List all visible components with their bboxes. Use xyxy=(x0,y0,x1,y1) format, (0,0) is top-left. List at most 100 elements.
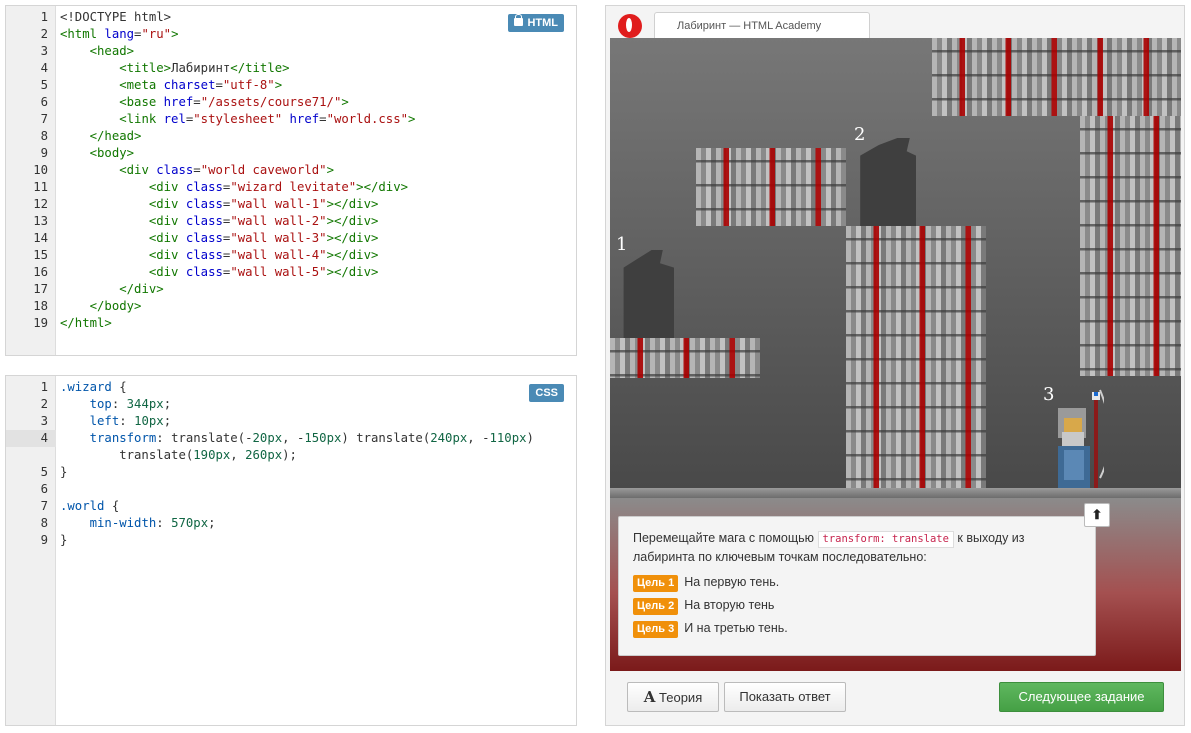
line-code[interactable]: <meta charset="utf-8"> xyxy=(60,77,282,94)
task-description: Перемещайте мага с помощью transform: tr… xyxy=(633,529,1081,566)
html-code-lines[interactable]: 1 <!DOCTYPE html> 2 <html lang="ru"> 3 <head… xyxy=(6,9,576,332)
line-code[interactable]: translate(190px, 260px); xyxy=(60,447,297,464)
wall-1 xyxy=(932,38,1181,116)
line-number: 9 xyxy=(40,146,48,160)
code-line[interactable]: 10 <div class="world caveworld"> xyxy=(6,162,576,179)
code-line[interactable]: 12 <div class="wall wall-1"></div> xyxy=(6,196,576,213)
code-line[interactable]: 19 </html> xyxy=(6,315,576,332)
html-editor[interactable]: 1 <!DOCTYPE html> 2 <html lang="ru"> 3 <head… xyxy=(5,5,577,356)
code-line[interactable]: 13 <div class="wall wall-2"></div> xyxy=(6,213,576,230)
code-line[interactable]: 8 </head> xyxy=(6,128,576,145)
goal-badge: Цель 2 xyxy=(633,598,679,615)
line-code[interactable]: transform: translate(-20px, -150px) tran… xyxy=(60,430,534,447)
code-line[interactable]: 7 .world { xyxy=(6,498,576,515)
line-code[interactable]: <div class="world caveworld"> xyxy=(60,162,334,179)
theory-button[interactable]: A Теория xyxy=(627,682,719,712)
code-line[interactable]: 17 </div> xyxy=(6,281,576,298)
line-code[interactable]: </html> xyxy=(60,315,112,332)
line-code[interactable]: top: 344px; xyxy=(60,396,171,413)
wall-5 xyxy=(1080,116,1181,376)
line-code[interactable]: </div> xyxy=(60,281,163,298)
code-line[interactable]: 16 <div class="wall wall-5"></div> xyxy=(6,264,576,281)
wizard-sprite[interactable] xyxy=(1050,388,1104,492)
task-card: Перемещайте мага с помощью transform: tr… xyxy=(618,516,1096,656)
line-code[interactable]: <head> xyxy=(60,43,134,60)
goal-badge: Цель 3 xyxy=(633,621,679,638)
line-code[interactable]: <base href="/assets/course71/"> xyxy=(60,94,349,111)
line-code[interactable]: </body> xyxy=(60,298,142,315)
line-code[interactable]: <title>Лабиринт</title> xyxy=(60,60,289,77)
code-line[interactable]: 1 <!DOCTYPE html> xyxy=(6,9,576,26)
code-line[interactable]: 2 top: 344px; xyxy=(6,396,576,413)
line-code[interactable]: <html lang="ru"> xyxy=(60,26,178,43)
font-a-icon: A xyxy=(643,688,656,706)
line-number: 6 xyxy=(40,482,48,496)
code-line[interactable]: 14 <div class="wall wall-3"></div> xyxy=(6,230,576,247)
code-line[interactable]: 9} xyxy=(6,532,576,549)
code-line[interactable]: 4 <title>Лабиринт</title> xyxy=(6,60,576,77)
code-line[interactable]: 5 <meta charset="utf-8"> xyxy=(6,77,576,94)
code-line[interactable]: translate(190px, 260px); xyxy=(6,447,576,464)
line-number: 7 xyxy=(40,499,48,513)
code-line[interactable]: 11 <div class="wizard levitate"></div> xyxy=(6,179,576,196)
code-line[interactable]: 5} xyxy=(6,464,576,481)
goal-2: Цель 2 На вторую тень xyxy=(633,597,1081,615)
wall-4 xyxy=(610,338,760,378)
code-line[interactable]: 3 left: 10px; xyxy=(6,413,576,430)
line-number: 4 xyxy=(6,430,56,447)
shadow-1 xyxy=(623,250,674,338)
browser-tab[interactable]: Лабиринт — HTML Academy xyxy=(654,12,870,40)
line-number: 10 xyxy=(33,163,48,177)
html-badge-label: HTML xyxy=(527,17,558,29)
css-editor[interactable]: 1 .wizard {2 top: 344px; 3 left: 10px; 4 tr… xyxy=(5,375,577,726)
task-area: Перемещайте мага с помощью transform: tr… xyxy=(610,498,1181,671)
code-line[interactable]: 18 </body> xyxy=(6,298,576,315)
line-code[interactable]: min-width: 570px; xyxy=(60,515,216,532)
line-number: 3 xyxy=(40,44,48,58)
preview-panel: Лабиринт — HTML Academy 1 2 3 Перемещайт… xyxy=(605,5,1185,726)
line-code[interactable]: <div class="wizard levitate"></div> xyxy=(60,179,408,196)
css-code-lines[interactable]: 1 .wizard {2 top: 344px; 3 left: 10px; 4 tr… xyxy=(6,379,576,549)
line-number: 1 xyxy=(40,380,48,394)
line-code[interactable]: } xyxy=(60,464,67,481)
line-code[interactable]: .world { xyxy=(60,498,119,515)
line-code[interactable]: <div class="wall wall-5"></div> xyxy=(60,264,379,281)
line-code[interactable]: </head> xyxy=(60,128,142,145)
code-line[interactable]: 6 <base href="/assets/course71/"> xyxy=(6,94,576,111)
task-code: transform: translate xyxy=(817,531,954,548)
goal-text: И на третью тень. xyxy=(684,621,788,635)
line-code[interactable]: <div class="wall wall-2"></div> xyxy=(60,213,379,230)
show-answer-button[interactable]: Показать ответ xyxy=(724,682,846,712)
code-line[interactable]: 8 min-width: 570px; xyxy=(6,515,576,532)
code-line[interactable]: 3 <head> xyxy=(6,43,576,60)
code-line[interactable]: 1 .wizard { xyxy=(6,379,576,396)
line-number: 1 xyxy=(40,10,48,24)
code-line[interactable]: 9 <body> xyxy=(6,145,576,162)
line-code[interactable]: <div class="wall wall-4"></div> xyxy=(60,247,379,264)
line-code[interactable]: <link rel="stylesheet" href="world.css"> xyxy=(60,111,415,128)
line-code[interactable]: <div class="wall wall-1"></div> xyxy=(60,196,379,213)
line-number: 5 xyxy=(40,465,48,479)
collapse-up-arrow-icon[interactable]: ⬆ xyxy=(1084,503,1110,527)
code-line[interactable]: 2 <html lang="ru"> xyxy=(6,26,576,43)
line-code[interactable]: <body> xyxy=(60,145,134,162)
line-code[interactable]: left: 10px; xyxy=(60,413,171,430)
goal-1: Цель 1 На первую тень. xyxy=(633,574,1081,592)
goal-badge: Цель 1 xyxy=(633,575,679,592)
line-code[interactable]: <div class="wall wall-3"></div> xyxy=(60,230,379,247)
goal-3: Цель 3 И на третью тень. xyxy=(633,620,1081,638)
next-task-button[interactable]: Следующее задание xyxy=(999,682,1164,712)
code-line[interactable]: 15 <div class="wall wall-4"></div> xyxy=(6,247,576,264)
line-number: 6 xyxy=(40,95,48,109)
code-line[interactable]: 6 xyxy=(6,481,576,498)
code-line[interactable]: 4 transform: translate(-20px, -150px) tr… xyxy=(6,430,576,447)
line-code[interactable]: .wizard { xyxy=(60,379,127,396)
code-line[interactable]: 7 <link rel="stylesheet" href="world.css… xyxy=(6,111,576,128)
line-code[interactable]: <!DOCTYPE html> xyxy=(60,9,171,26)
line-number: 2 xyxy=(40,397,48,411)
css-badge: CSS xyxy=(529,384,564,402)
line-number: 13 xyxy=(33,214,48,228)
line-code[interactable]: } xyxy=(60,532,67,549)
line-number: 8 xyxy=(40,516,48,530)
line-number: 2 xyxy=(40,27,48,41)
